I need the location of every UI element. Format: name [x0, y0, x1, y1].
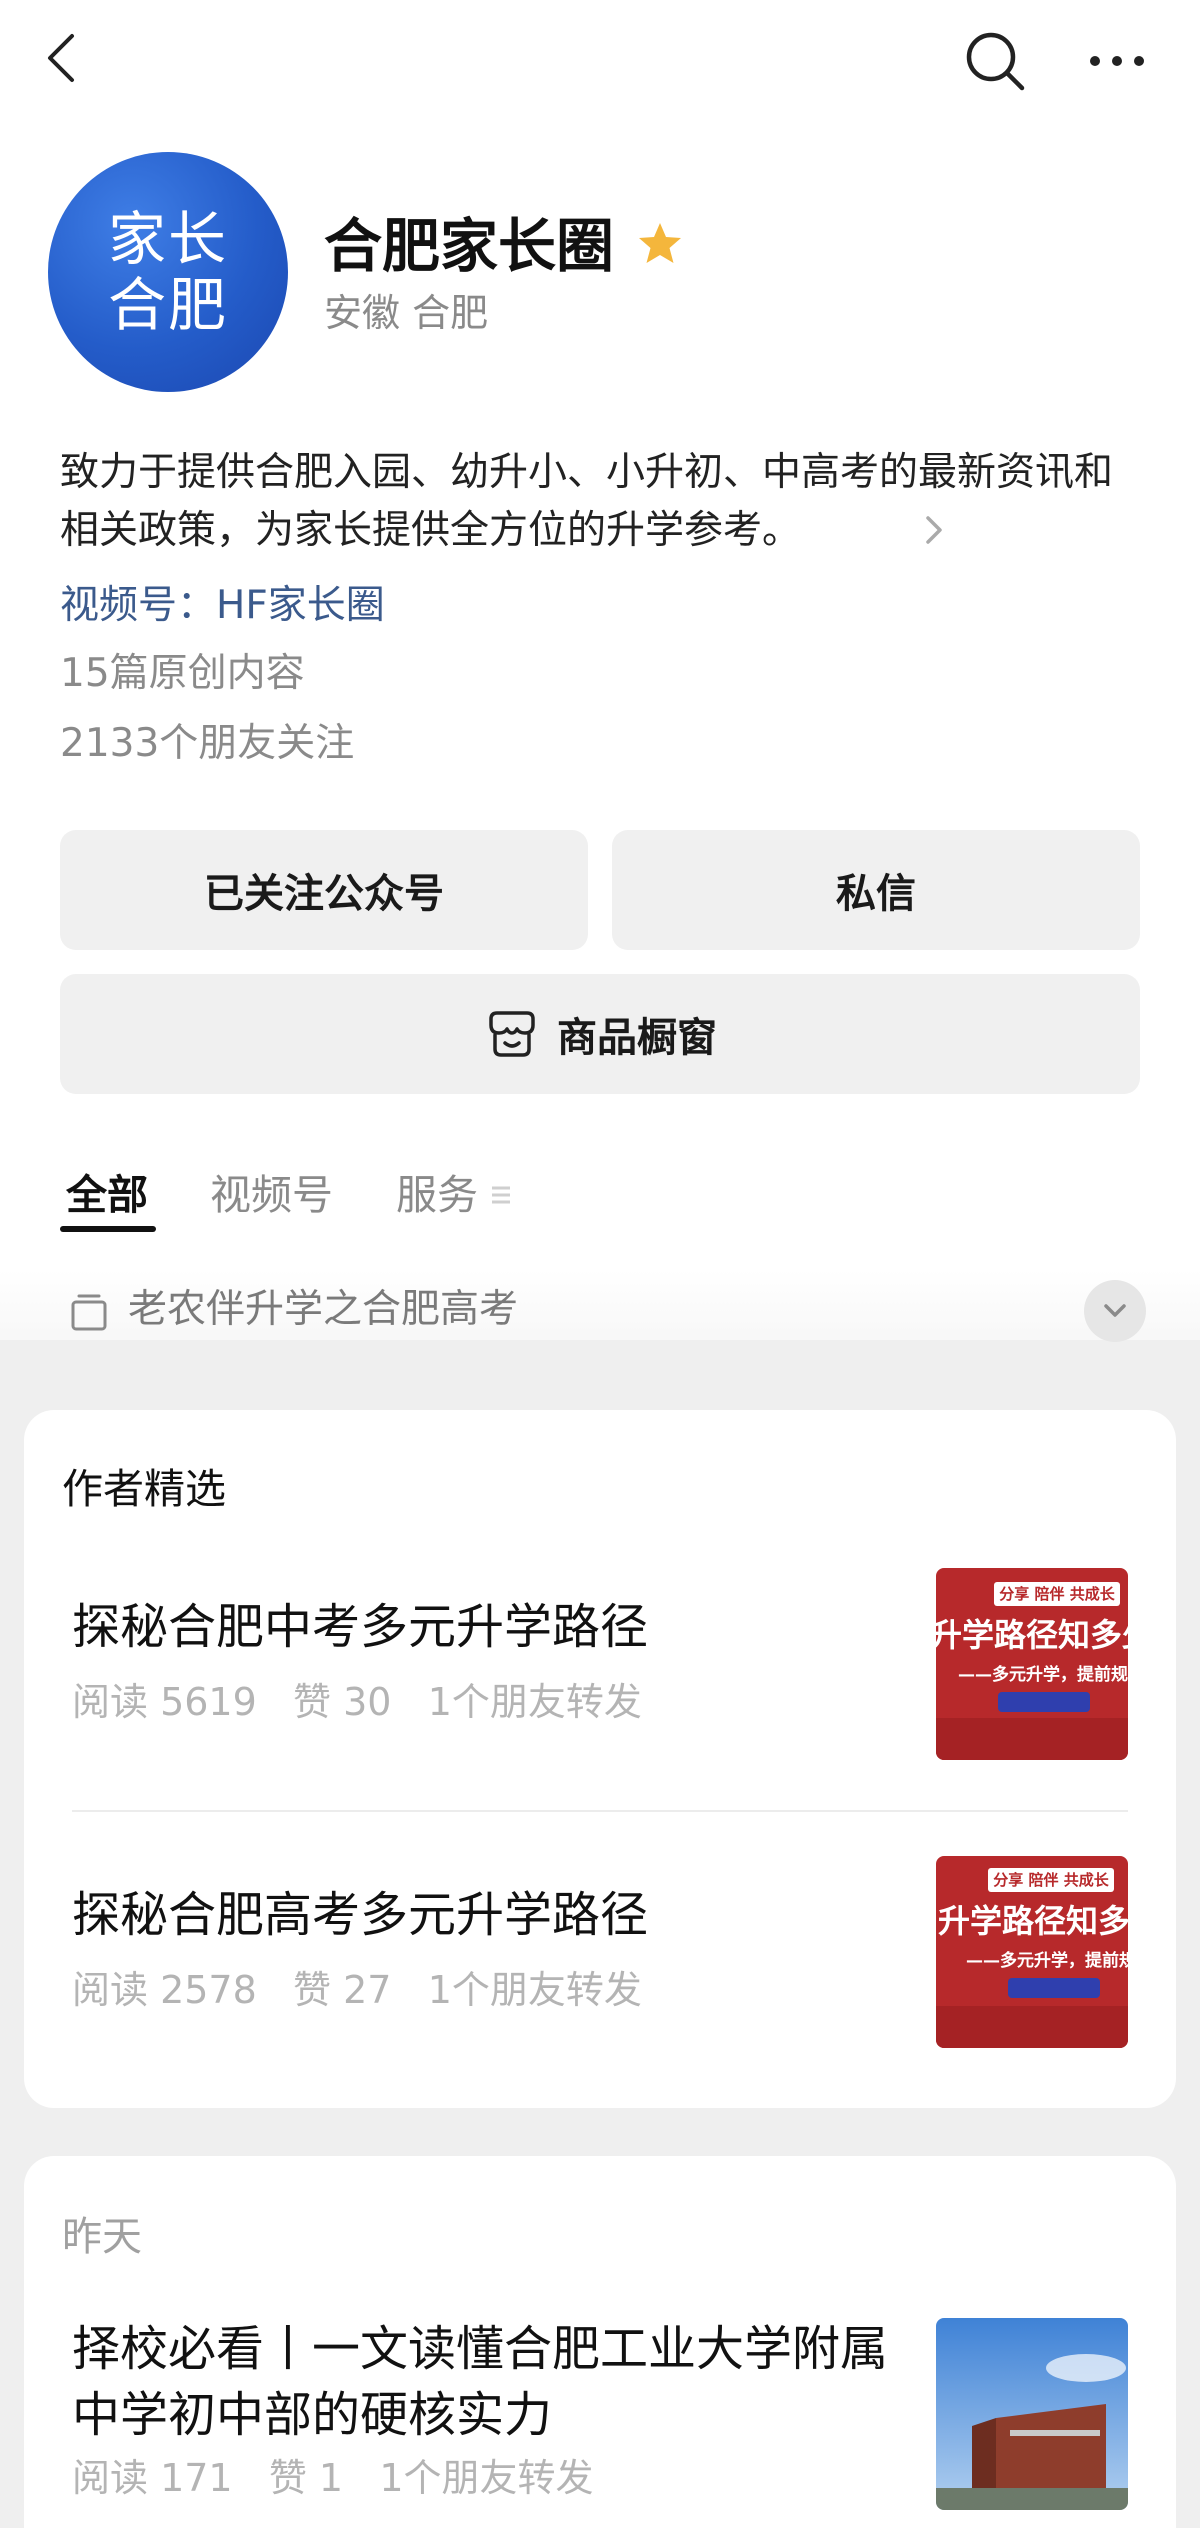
article-title[interactable]: 探秘合肥中考多元升学路径 [72, 1594, 912, 1660]
article-meta: 阅读 2578 赞 27 1个朋友转发 [72, 1968, 642, 2012]
collection-label[interactable]: 老农伴升学之合肥高考 [128, 1282, 518, 1338]
shop-window-button[interactable]: 商品橱窗 [60, 974, 1140, 1094]
profile-page: 家长 合肥 合肥家长圈 安徽 合肥 致力于提供合肥入园、幼升小、小升初、中高考的… [0, 0, 1200, 2528]
friends-following-count: 2133个朋友关注 [60, 721, 355, 766]
more-options-icon[interactable] [1082, 26, 1152, 96]
original-content-count: 15篇原创内容 [60, 651, 305, 696]
back-arrow-icon[interactable] [36, 28, 96, 88]
article-divider [72, 1810, 1128, 1812]
collection-expand-button[interactable] [1084, 1280, 1146, 1342]
featured-articles-card: 作者精选 探秘合肥中考多元升学路径 阅读 5619 赞 30 1个朋友转发 分享… [24, 1410, 1176, 2108]
tab-all[interactable]: 全部 [66, 1166, 148, 1224]
date-header: 昨天 [62, 2214, 142, 2260]
collection-icon [71, 1294, 107, 1331]
thumbnail-headline: 升学路径知多少 [938, 1902, 1128, 1940]
chevron-right-icon[interactable] [920, 510, 948, 550]
followed-button[interactable]: 已关注公众号 [60, 830, 588, 950]
tab-active-indicator [60, 1226, 156, 1232]
account-description[interactable]: 致力于提供合肥入园、幼升小、小升初、中高考的最新资讯和相关政策，为家长提供全方位… [60, 444, 1150, 560]
article-title[interactable]: 择校必看丨一文读懂合肥工业大学附属中学初中部的硬核实力 [72, 2316, 932, 2448]
thumbnail-graphic: 分享 陪伴 共成长 升学路径知多少 ——多元升学，提前规划 [936, 1856, 1128, 2048]
avatar-text-line2: 合肥 [107, 271, 228, 339]
message-button[interactable]: 私信 [612, 830, 1140, 950]
article-thumbnail[interactable] [936, 2318, 1128, 2510]
thumbnail-headline: 升学路径知多少 [936, 1616, 1128, 1654]
article-meta: 阅读 5619 赞 30 1个朋友转发 [72, 1680, 642, 1724]
tab-video-channel[interactable]: 视频号 [210, 1166, 333, 1224]
article-meta: 阅读 171 赞 1 1个朋友转发 [72, 2456, 594, 2500]
article-thumbnail[interactable]: 分享 陪伴 共成长 升学路径知多少 ——多元升学，提前规划 [936, 1568, 1128, 1760]
avatar-text-line1: 家长 [107, 205, 228, 273]
recent-articles-card: 昨天 择校必看丨一文读懂合肥工业大学附属中学初中部的硬核实力 阅读 171 赞 … [24, 2156, 1176, 2528]
article-thumbnail[interactable]: 分享 陪伴 共成长 升学路径知多少 ——多元升学，提前规划 [936, 1856, 1128, 2048]
menu-list-icon[interactable] [488, 1180, 514, 1210]
account-name: 合肥家长圈 [324, 212, 615, 280]
shop-window-label: 商品橱窗 [557, 1015, 717, 1061]
featured-section-title: 作者精选 [62, 1465, 226, 1513]
account-location: 安徽 合肥 [324, 291, 489, 335]
thumbnail-banner: 分享 陪伴 共成长 [993, 1871, 1109, 1889]
chevron-down-icon [1104, 1304, 1126, 1317]
video-channel-link[interactable]: 视频号：HF家长圈 [60, 578, 385, 634]
article-title[interactable]: 探秘合肥高考多元升学路径 [72, 1882, 912, 1948]
thumbnail-subtitle: ——多元升学，提前规划 [966, 1950, 1128, 1971]
shop-icon [489, 1011, 535, 1057]
thumbnail-subtitle: ——多元升学，提前规划 [958, 1664, 1128, 1685]
tab-service[interactable]: 服务 [396, 1166, 478, 1224]
thumbnail-banner: 分享 陪伴 共成长 [999, 1585, 1115, 1603]
thumbnail-graphic: 分享 陪伴 共成长 升学路径知多少 ——多元升学，提前规划 [936, 1568, 1128, 1760]
star-icon[interactable] [636, 220, 684, 268]
search-icon[interactable] [960, 26, 1030, 96]
thumbnail-photo [936, 2318, 1128, 2510]
account-avatar[interactable]: 家长 合肥 [48, 152, 288, 392]
